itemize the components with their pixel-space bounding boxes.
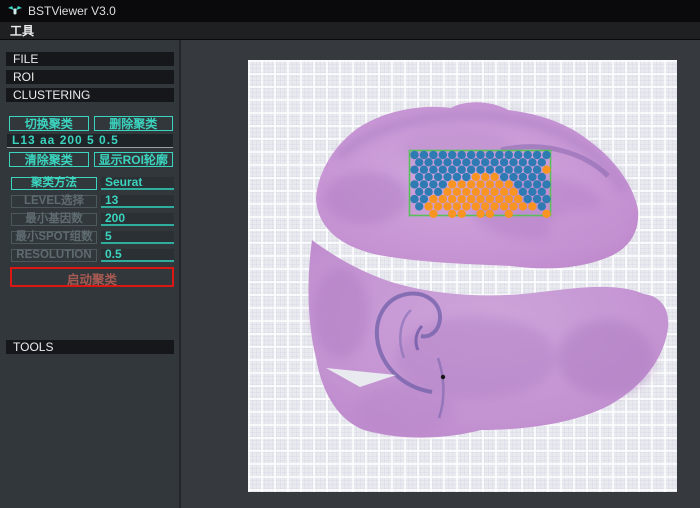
- min-spot-value[interactable]: 5: [101, 231, 174, 244]
- param-row-min-spot: 最小SPOT组数 5: [11, 231, 174, 244]
- section-header-roi[interactable]: ROI: [6, 70, 174, 84]
- start-cluster-highlight-box: 启动聚类: [10, 267, 174, 287]
- tissue-slide-canvas[interactable]: [248, 60, 677, 492]
- title-bar: BSTViewer V3.0: [0, 0, 700, 22]
- min-genes-value[interactable]: 200: [101, 213, 174, 226]
- menu-bar: 工具: [0, 22, 700, 40]
- delete-cluster-button[interactable]: 删除聚类: [94, 116, 174, 131]
- resolution-button[interactable]: RESOLUTION: [11, 249, 97, 262]
- section-header-file[interactable]: FILE: [6, 52, 174, 66]
- param-row-level: LEVEL选择 13: [11, 195, 174, 208]
- window-title: BSTViewer V3.0: [28, 4, 116, 18]
- app-icon: [8, 6, 22, 17]
- param-row-min-genes: 最小基因数 200: [11, 213, 174, 226]
- min-genes-button[interactable]: 最小基因数: [11, 213, 97, 226]
- clear-cluster-button[interactable]: 清除聚类: [9, 152, 89, 167]
- cluster-method-button[interactable]: 聚类方法: [11, 177, 97, 190]
- cluster-list-item[interactable]: L13 aa 200 5 0.5: [7, 134, 173, 148]
- tissue-image: [248, 60, 677, 492]
- section-header-clustering[interactable]: CLUSTERING: [6, 88, 174, 102]
- viewer-pane: [181, 40, 700, 508]
- level-select-button[interactable]: LEVEL选择: [11, 195, 97, 208]
- tissue-speck: [441, 375, 445, 379]
- clustering-panel: 切换聚类 删除聚类 L13 aa 200 5 0.5 清除聚类 显示ROI轮廓 …: [0, 116, 179, 287]
- left-panel: FILE ROI CLUSTERING 切换聚类 删除聚类 L13 aa 200…: [0, 40, 181, 508]
- start-cluster-button[interactable]: 启动聚类: [12, 269, 172, 285]
- param-row-method: 聚类方法 Seurat: [11, 177, 174, 190]
- resolution-value[interactable]: 0.5: [101, 249, 174, 262]
- param-row-resolution: RESOLUTION 0.5: [11, 249, 174, 262]
- switch-cluster-button[interactable]: 切换聚类: [9, 116, 89, 131]
- cluster-params: 聚类方法 Seurat LEVEL选择 13 最小基因数 200 最小SPOT组…: [0, 177, 179, 262]
- level-select-value[interactable]: 13: [101, 195, 174, 208]
- section-header-tools[interactable]: TOOLS: [6, 340, 174, 354]
- menu-item-tools[interactable]: 工具: [10, 22, 34, 39]
- min-spot-button[interactable]: 最小SPOT组数: [11, 231, 97, 244]
- cluster-method-value[interactable]: Seurat: [101, 177, 174, 190]
- show-roi-outline-button[interactable]: 显示ROI轮廓: [94, 152, 174, 167]
